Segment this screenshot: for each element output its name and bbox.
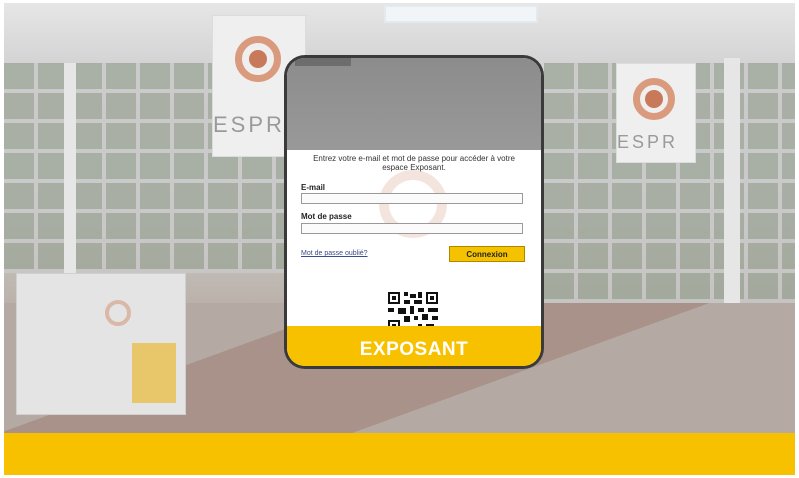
dialog-body: Entrez votre e-mail et mot de passe pour… (287, 150, 541, 332)
forgot-password-link[interactable]: Mot de passe oublié? (301, 250, 368, 257)
ceiling (4, 3, 795, 65)
email-field[interactable] (301, 193, 523, 204)
password-label: Mot de passe (301, 212, 352, 221)
banner-word: ESPR (213, 112, 285, 137)
banner-right: ESPR (616, 63, 696, 163)
ceiling-light (384, 5, 538, 23)
dialog-header (287, 58, 541, 150)
bottom-bar (4, 433, 795, 475)
exposant-footer: EXPOSANT (287, 326, 541, 366)
desk-logo-icon (105, 300, 131, 326)
espr-logo-icon (235, 36, 281, 82)
pillar (64, 63, 76, 293)
password-field[interactable] (301, 223, 523, 234)
banner-word: ESPR (617, 132, 679, 152)
login-dialog: Entrez votre e-mail et mot de passe pour… (287, 58, 541, 366)
connexion-button[interactable]: Connexion (449, 246, 525, 262)
desk-accent (132, 343, 176, 403)
exposant-label: EXPOSANT (359, 339, 469, 360)
espr-logo-icon (633, 78, 675, 120)
email-label: E-mail (301, 183, 326, 192)
pillar (724, 58, 740, 318)
login-instructions: Entrez votre e-mail et mot de passe pour… (313, 154, 515, 172)
